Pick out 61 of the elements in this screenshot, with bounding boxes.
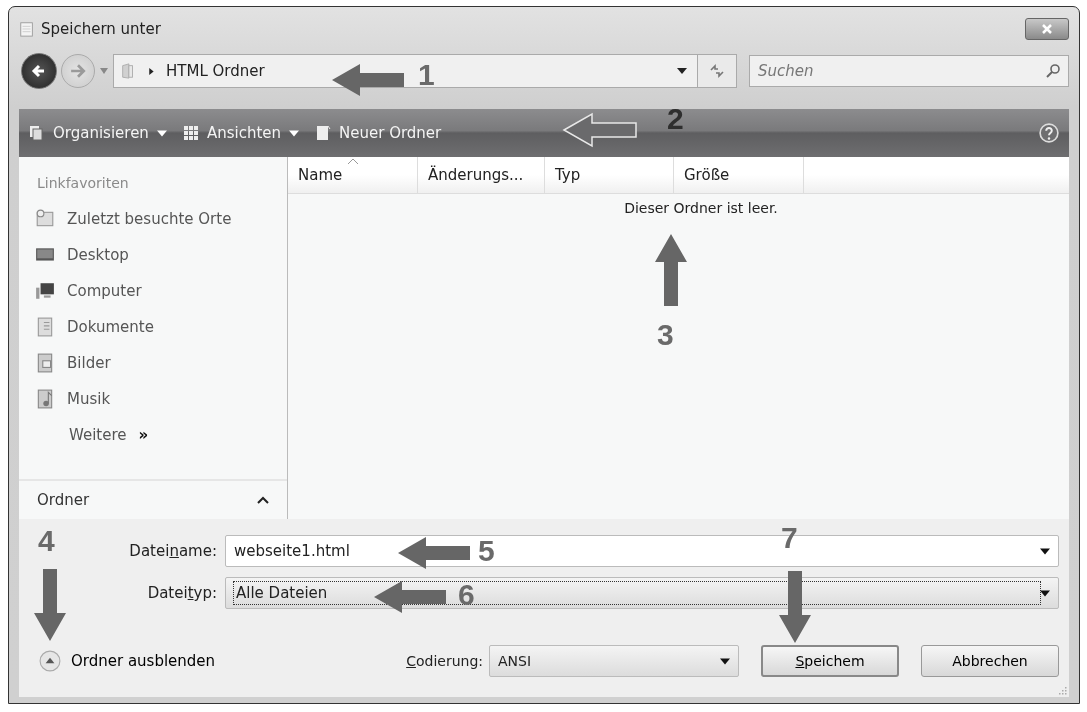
sidebar-heading: Linkfavoriten [36, 174, 130, 193]
search-field[interactable]: Suchen [749, 55, 1069, 87]
field-label: Codierung: [406, 653, 483, 669]
sidebar-item[interactable]: Zuletzt besuchte Orte [19, 201, 287, 237]
sidebar-item[interactable]: Desktop [19, 237, 287, 273]
new-folder-icon [315, 125, 331, 141]
column-header[interactable]: Änderungs... [418, 157, 545, 193]
back-button[interactable] [21, 53, 57, 89]
caret-icon[interactable] [677, 68, 687, 74]
column-header[interactable]: Größe [674, 157, 804, 193]
caret-icon [720, 657, 730, 665]
caret-icon [1040, 589, 1050, 597]
callout-number: 2 [667, 104, 684, 134]
pages-icon [29, 125, 45, 141]
refresh-icon [709, 63, 725, 79]
caret-icon [156, 129, 167, 137]
close-button[interactable] [1025, 18, 1069, 40]
callout-number: 1 [418, 60, 435, 90]
help-icon[interactable] [1039, 123, 1059, 143]
sidebar-item[interactable]: Computer [19, 273, 287, 309]
callout-number: 5 [478, 536, 495, 566]
empty-message: Dieser Ordner ist leer. [623, 199, 779, 216]
encoding-dropdown[interactable]: ANSI [489, 645, 739, 677]
notepad-icon [19, 21, 35, 37]
resize-grip-icon[interactable] [1059, 687, 1067, 695]
column-header[interactable]: Name [288, 157, 418, 193]
toolbar-button[interactable]: Organisieren [29, 124, 167, 142]
refresh-button[interactable] [697, 54, 737, 88]
sidebar-item[interactable]: Musik [19, 381, 287, 417]
sort-caret-icon [348, 159, 358, 164]
chevron-icon [146, 67, 156, 75]
window-title: Speichern unter [41, 20, 161, 38]
callout-number: 3 [657, 320, 674, 350]
toolbar-button[interactable]: Ansichten [182, 124, 299, 142]
recent-places-icon [35, 209, 55, 229]
toolbar-button[interactable]: Neuer Ordner [315, 124, 442, 142]
folder-icon [120, 63, 136, 79]
forward-arrow-icon [70, 63, 86, 79]
column-header[interactable]: Typ [545, 157, 674, 193]
computer-icon [35, 281, 55, 301]
search-icon [1045, 63, 1061, 79]
path-segment[interactable]: HTML Ordner [166, 62, 265, 80]
save-button[interactable]: Speichem [761, 645, 899, 677]
chevron-up-icon [257, 496, 269, 504]
music-icon [35, 389, 55, 409]
grid-icon [182, 125, 199, 141]
pictures-icon [35, 353, 55, 373]
collapse-icon [39, 650, 61, 672]
close-icon [1041, 24, 1053, 34]
field-label: Dateiname: [128, 542, 218, 560]
field-label: Dateityp: [146, 584, 218, 602]
callout-number: 6 [458, 580, 475, 610]
documents-icon [35, 317, 55, 337]
more-link[interactable]: Weitere » [19, 417, 287, 453]
sidebar-item[interactable]: Bilder [19, 345, 287, 381]
callout-number: 4 [38, 526, 55, 556]
caret-icon [289, 129, 299, 137]
caret-icon [1040, 547, 1050, 555]
sidebar-item[interactable]: Dokumente [19, 309, 287, 345]
hide-folders-button[interactable]: Ordner ausblenden [39, 650, 216, 672]
cancel-button[interactable]: Abbrechen [921, 645, 1059, 677]
